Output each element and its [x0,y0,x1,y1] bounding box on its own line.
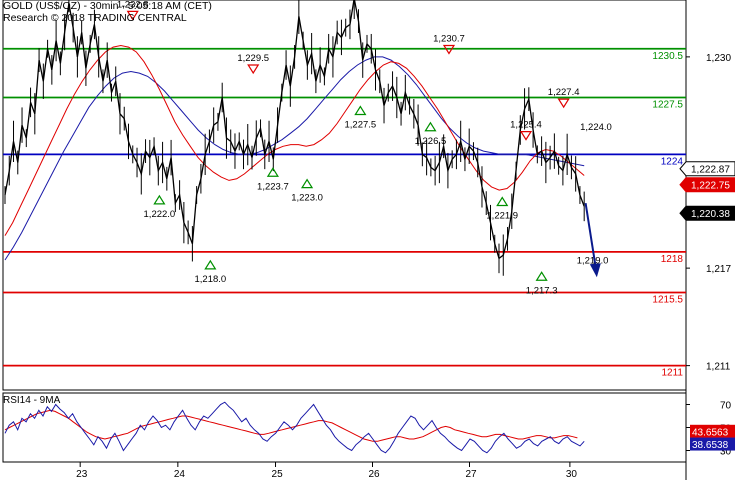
price-tag-label: 1,222.75 [691,181,730,192]
x-tick-label: 23 [76,469,88,480]
rsi-panel-frame [2,392,687,463]
y-tick-label: 1,211 [706,362,731,373]
price-panel-frame [2,0,687,391]
level-label: 1218 [661,254,684,265]
y-tick-label: 1,217 [706,264,731,275]
high-marker [557,98,570,109]
low-marker-label: 1,221.9 [486,211,518,222]
high-marker [247,64,260,75]
high-marker-label: 1,229.5 [237,53,269,64]
low-marker [535,271,548,281]
chart-subtitle: Research © 2018 TRADING CENTRAL [3,12,187,24]
low-marker-label: 1,226.5 [415,136,447,147]
x-tick-label: 26 [369,469,381,480]
low-marker-label: 1,223.0 [291,193,323,204]
level-label: 1230.5 [652,51,683,62]
rsi-y-tick-label: 70 [720,401,732,412]
level-label: 1211 [661,368,683,379]
level-label: 1224 [661,156,684,167]
chart-root: 1230.5 1227.5 1224 1218 1215.5 1211 1,230 1,217… [0,0,735,480]
ma-fast-line [4,44,585,236]
low-marker-label: 1,218.0 [194,274,226,285]
x-tick-label: 30 [566,469,578,480]
low-marker [204,259,217,270]
x-tick-label: 27 [465,469,477,480]
rsi-line [4,401,585,454]
y-tick-label: 1,230 [706,53,731,64]
chart-svg: 1230.5 1227.5 1224 1218 1215.5 1211 1,230 1,217… [2,0,735,480]
low-marker [354,105,367,116]
x-tick-label: 25 [272,469,284,480]
low-marker [496,196,509,207]
forecast-label-1: 1,224.0 [580,122,612,133]
rsi-title: RSI14 - 9MA [3,395,61,406]
low-marker [424,121,437,132]
high-marker-label: 1,230.7 [433,34,465,45]
rsi-ma-line [4,409,578,442]
forecast-label-2: 1,219.0 [577,255,609,266]
price-tag-label: 1,222.87 [691,165,730,176]
low-marker-label: 1,222.0 [144,209,176,220]
price-tag: 1,220.38 [679,205,735,221]
level-label: 1215.5 [652,295,683,306]
high-marker-label: 1,227.4 [548,87,580,98]
low-marker-label: 1,227.5 [345,120,377,131]
low-marker-label: 1,223.7 [257,181,289,192]
x-tick-label: 24 [174,469,186,480]
rsi-tag-label: 38.6538 [692,440,729,451]
price-tag-label: 1,220.38 [691,209,730,220]
rsi-tag-label: 43.6563 [692,427,729,438]
low-marker-label: 1,217.3 [526,285,558,296]
high-marker-label: 1,225.4 [510,120,542,131]
level-label: 1227.5 [652,100,683,111]
price-tag: 1,222.75 [679,177,735,193]
low-marker [300,178,314,189]
price-tag: 1,222.87 [679,161,735,177]
low-marker [153,194,166,205]
ma-slow-line [4,56,585,261]
chart-title: GOLD (US$/OZ) - 30min - 5:05:18 AM (CET) [3,0,212,12]
high-marker [519,131,533,141]
